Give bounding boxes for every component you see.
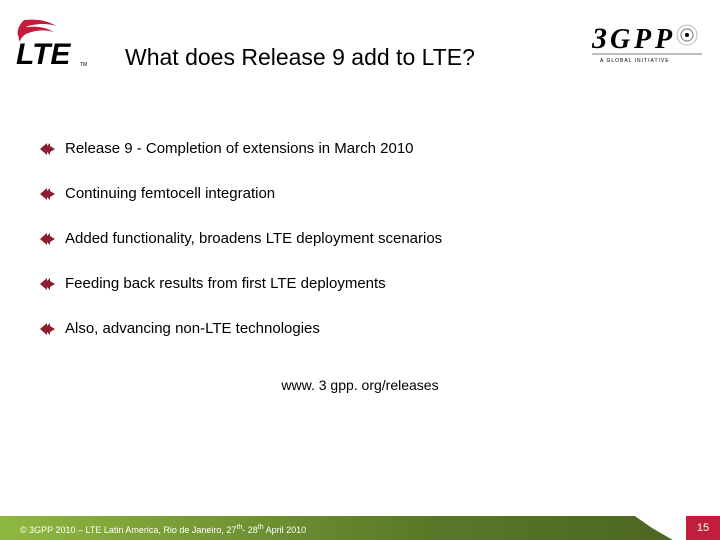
3gpp-logo: 3 G P P A GLOBAL INITIATIVE	[592, 20, 702, 75]
list-item: Continuing femtocell integration	[40, 185, 680, 202]
svg-text:G: G	[610, 24, 630, 55]
footer-copyright: © 3GPP 2010 – LTE Latin America, Rio de …	[20, 524, 306, 535]
list-item-text: Continuing femtocell integration	[65, 185, 275, 202]
list-item: Added functionality, broadens LTE deploy…	[40, 230, 680, 247]
releases-link: www. 3 gpp. org/releases	[40, 377, 680, 393]
svg-text:P: P	[633, 24, 652, 55]
slide-footer: © 3GPP 2010 – LTE Latin America, Rio de …	[0, 508, 720, 540]
svg-text:P: P	[654, 24, 673, 55]
lte-logo: LTE TM	[14, 18, 94, 70]
list-item: Also, advancing non-LTE technologies	[40, 320, 680, 337]
svg-text:LTE: LTE	[16, 38, 71, 70]
list-item-text: Also, advancing non-LTE technologies	[65, 320, 320, 337]
list-item: Feeding back results from first LTE depl…	[40, 275, 680, 292]
bullet-arrow-icon	[40, 233, 55, 245]
bullet-arrow-icon	[40, 188, 55, 200]
list-item-text: Added functionality, broadens LTE deploy…	[65, 230, 442, 247]
list-item: Release 9 - Completion of extensions in …	[40, 140, 680, 157]
bullet-arrow-icon	[40, 323, 55, 335]
slide-body: Release 9 - Completion of extensions in …	[0, 90, 720, 393]
page-number: 15	[686, 516, 720, 540]
slide-header: LTE TM 3 G P P A GLOBAL INITIATIVE What …	[0, 0, 720, 90]
bullet-arrow-icon	[40, 143, 55, 155]
3gpp-tagline: A GLOBAL INITIATIVE	[600, 58, 670, 64]
list-item-text: Release 9 - Completion of extensions in …	[65, 140, 414, 157]
svg-text:3: 3	[592, 22, 607, 55]
slide-title: What does Release 9 add to LTE?	[125, 44, 475, 71]
svg-text:TM: TM	[80, 62, 87, 68]
list-item-text: Feeding back results from first LTE depl…	[65, 275, 386, 292]
bullet-arrow-icon	[40, 278, 55, 290]
